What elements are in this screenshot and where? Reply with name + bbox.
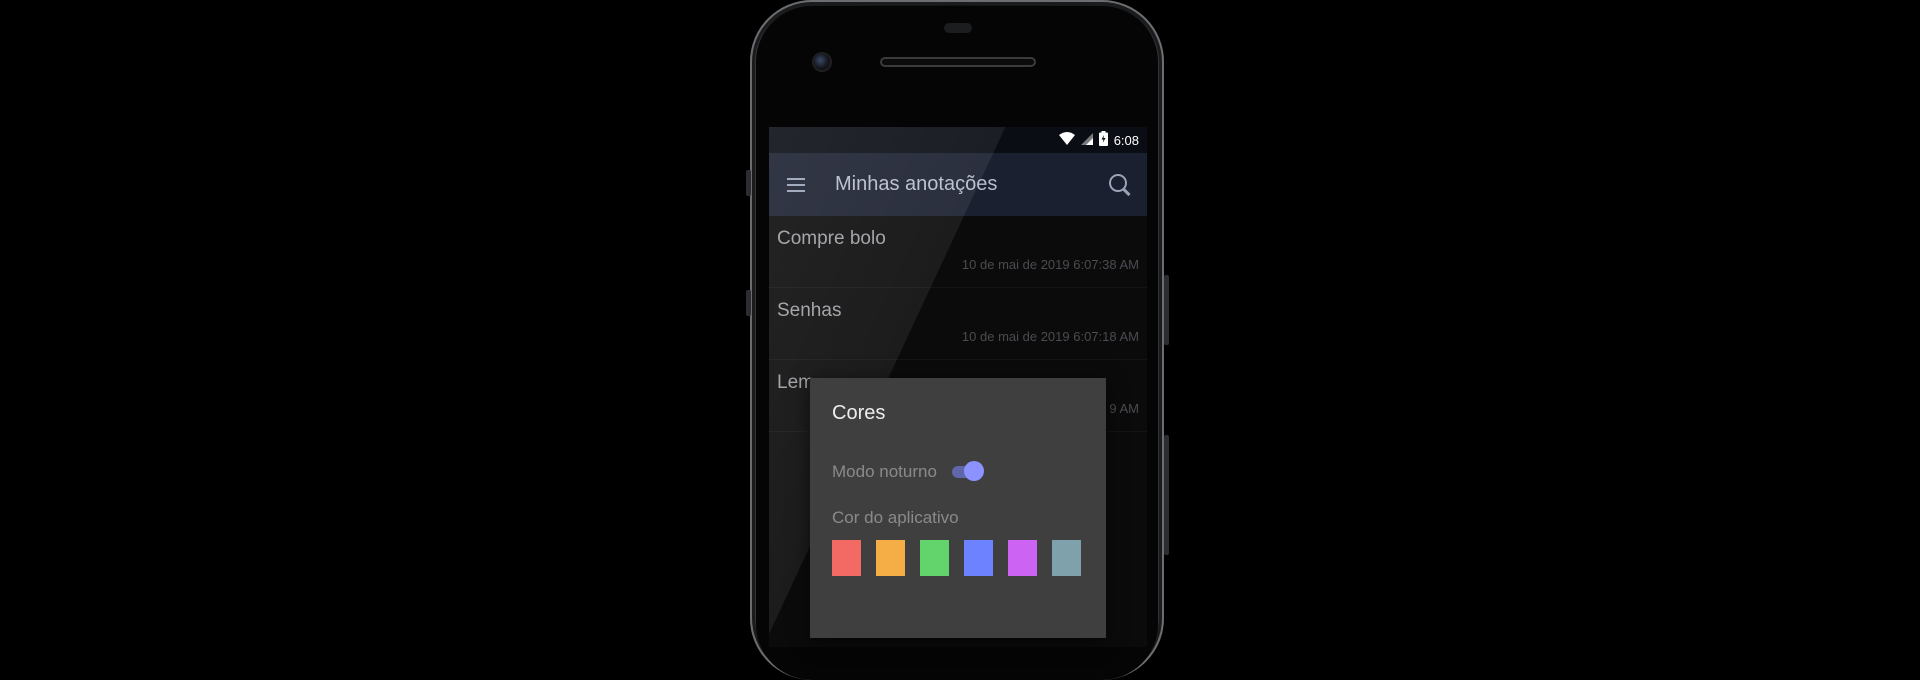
color-swatch[interactable] [1052,540,1081,576]
note-item[interactable]: Senhas 10 de mai de 2019 6:07:18 AM [769,288,1147,360]
color-swatches [832,540,1081,576]
note-title: Lem [777,372,814,393]
night-mode-toggle[interactable] [952,461,984,483]
wifi-icon [1058,132,1075,148]
status-time: 6:08 [1113,132,1139,148]
color-swatch[interactable] [1008,540,1037,576]
app-title: Minhas anotações [835,173,998,195]
menu-icon[interactable] [787,177,805,192]
power-button [1164,435,1169,555]
top-sensor [944,23,972,33]
signal-icon [1080,132,1093,148]
side-button-left-2 [746,290,751,316]
earpiece-speaker [880,57,1036,67]
note-item[interactable]: Compre bolo 10 de mai de 2019 6:07:38 AM [769,216,1147,288]
battery-charging-icon [1098,131,1108,149]
note-title: Compre bolo [777,228,886,249]
dialog-title: Cores [832,402,886,424]
app-color-label: Cor do aplicativo [832,508,959,527]
note-date: 9 AM [1109,401,1139,416]
app-bar: Minhas anotações [769,153,1147,216]
front-camera [814,54,830,70]
search-icon[interactable] [1107,172,1133,198]
status-bar: 6:08 [769,127,1147,153]
colors-dialog: Cores Modo noturno Cor do aplicativo [810,378,1106,638]
note-date: 10 de mai de 2019 6:07:18 AM [961,329,1139,344]
volume-button [1164,275,1169,345]
toggle-thumb [964,461,984,481]
color-swatch[interactable] [964,540,993,576]
night-mode-label: Modo noturno [832,462,937,481]
color-swatch[interactable] [920,540,949,576]
note-date: 10 de mai de 2019 6:07:38 AM [961,257,1139,272]
side-button-left [746,170,751,196]
note-title: Senhas [777,300,842,321]
color-swatch[interactable] [876,540,905,576]
color-swatch[interactable] [832,540,861,576]
